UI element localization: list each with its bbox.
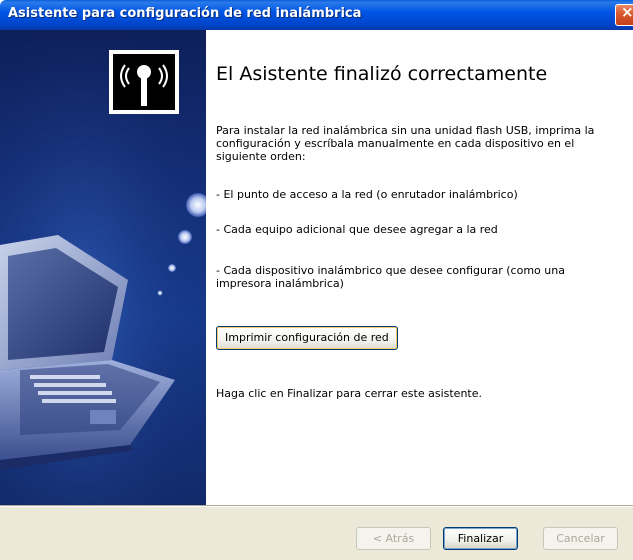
step-access-point: - El punto de acceso a la red (o enrutad… [216,188,518,201]
window-title: Asistente para configuración de red inal… [8,6,362,21]
step-wireless-devices: - Cada dispositivo inalámbrico que desee… [216,264,565,290]
wizard-content: El Asistente finalizó correctamente Para… [206,30,633,505]
wizard-side-panel [0,30,206,505]
title-bar[interactable]: Asistente para configuración de red inal… [0,0,633,30]
close-icon: × [621,3,633,21]
back-button[interactable]: < Atrás [356,527,431,550]
finish-hint: Haga clic en Finalizar para cerrar este … [216,387,482,400]
close-button[interactable]: × [615,3,633,26]
intro-text: Para instalar la red inalámbrica sin una… [216,124,595,163]
finish-button[interactable]: Finalizar [443,527,518,550]
step-computers: - Cada equipo adicional que desee agrega… [216,223,498,236]
button-bar [0,505,633,560]
print-settings-button[interactable]: Imprimir configuración de red [216,326,398,350]
page-heading: El Asistente finalizó correctamente [216,63,548,85]
cancel-button[interactable]: Cancelar [543,527,618,550]
wireless-antenna-icon [113,54,175,110]
divider-highlight [0,506,633,507]
wireless-logo [109,50,179,114]
